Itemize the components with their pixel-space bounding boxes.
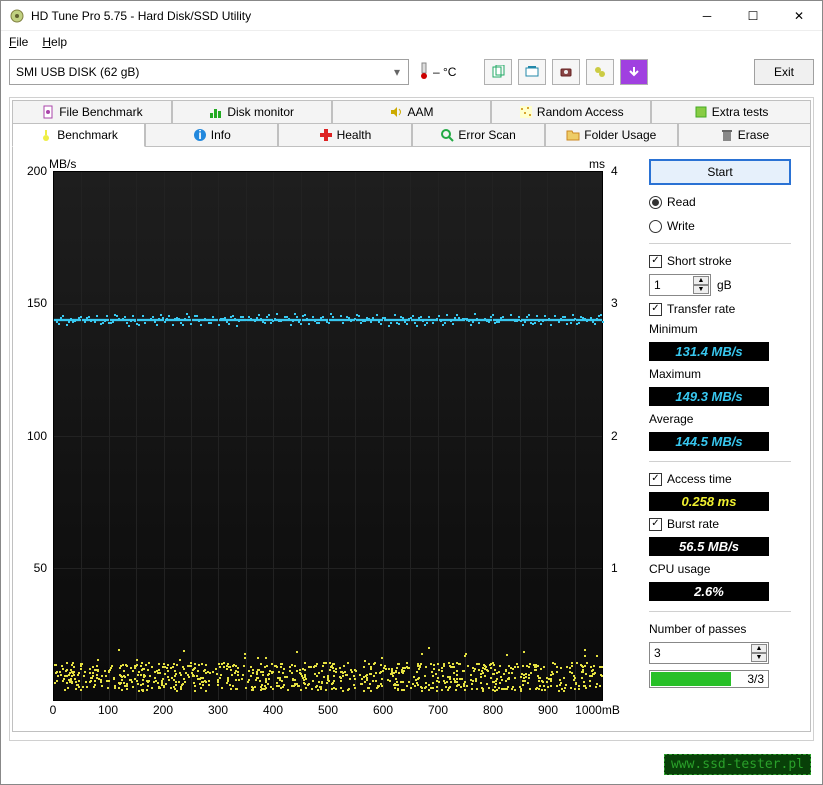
read-radio-row[interactable]: Read <box>649 195 791 209</box>
tab-random-access[interactable]: Random Access <box>491 100 651 124</box>
folder-icon <box>566 128 580 142</box>
error-scan-icon <box>440 128 454 142</box>
menu-file[interactable]: File <box>9 35 28 49</box>
start-button[interactable]: Start <box>649 159 791 185</box>
options-button[interactable] <box>586 59 614 85</box>
watermark: www.ssd-tester.pl <box>664 754 811 775</box>
maximum-value: 149.3 MB/s <box>649 387 769 406</box>
minimum-label: Minimum <box>649 322 791 336</box>
save-screenshot-button[interactable] <box>552 59 580 85</box>
plot-area <box>53 171 603 701</box>
copy-screenshot-button[interactable] <box>518 59 546 85</box>
drive-select-value: SMI USB DISK (62 gB) <box>16 65 139 79</box>
spin-down[interactable]: ▼ <box>693 285 709 294</box>
benchmark-icon <box>39 128 53 142</box>
y-axis-right-label: ms <box>589 157 605 171</box>
copy-text-button[interactable] <box>484 59 512 85</box>
maximize-button[interactable]: ☐ <box>730 1 776 31</box>
read-radio[interactable] <box>649 196 662 209</box>
access-time-checkbox[interactable]: ✓ <box>649 473 662 486</box>
minimum-value: 131.4 MB/s <box>649 342 769 361</box>
svg-text:i: i <box>198 128 201 142</box>
passes-fill <box>651 672 731 686</box>
thermometer-icon <box>419 62 429 83</box>
spin-up[interactable]: ▲ <box>693 276 709 285</box>
short-stroke-input[interactable]: 1▲▼ <box>649 274 711 296</box>
benchmark-content: MB/s ms 200 150 100 50 4 3 2 1 0 100 200 <box>12 146 811 732</box>
close-button[interactable]: ✕ <box>776 1 822 31</box>
average-label: Average <box>649 412 791 426</box>
drive-select[interactable]: SMI USB DISK (62 gB) <box>9 59 409 85</box>
titlebar: HD Tune Pro 5.75 - Hard Disk/SSD Utility… <box>1 1 822 31</box>
cpu-usage-label: CPU usage <box>649 562 791 576</box>
tab-extra-tests[interactable]: Extra tests <box>651 100 811 124</box>
tab-benchmark[interactable]: Benchmark <box>12 123 145 147</box>
average-value: 144.5 MB/s <box>649 432 769 451</box>
exit-button[interactable]: Exit <box>754 59 814 85</box>
benchmark-chart: MB/s ms 200 150 100 50 4 3 2 1 0 100 200 <box>19 155 639 725</box>
write-radio[interactable] <box>649 220 662 233</box>
y-axis-left-label: MB/s <box>49 157 76 171</box>
tab-health[interactable]: Health <box>278 123 411 147</box>
menubar: File Help <box>1 31 822 53</box>
disk-monitor-icon <box>209 105 223 119</box>
cpu-usage-value: 2.6% <box>649 582 769 601</box>
minimize-button[interactable]: ─ <box>684 1 730 31</box>
maximum-label: Maximum <box>649 367 791 381</box>
tab-info[interactable]: iInfo <box>145 123 278 147</box>
aam-icon <box>389 105 403 119</box>
window-title: HD Tune Pro 5.75 - Hard Disk/SSD Utility <box>31 9 684 23</box>
random-access-icon <box>519 105 533 119</box>
toolbar: SMI USB DISK (62 gB) – °C Exit <box>1 53 822 91</box>
extra-tests-icon <box>694 105 708 119</box>
temperature-display: – °C <box>419 62 456 83</box>
access-time-row[interactable]: ✓Access time <box>649 472 791 486</box>
tab-row-lower: Benchmark iInfo Health Error Scan Folder… <box>12 123 811 146</box>
save-button[interactable] <box>620 59 648 85</box>
short-stroke-checkbox[interactable]: ✓ <box>649 255 662 268</box>
passes-progress: 3/3 <box>649 670 769 688</box>
short-stroke-row[interactable]: ✓Short stroke <box>649 254 791 268</box>
burst-rate-row[interactable]: ✓Burst rate <box>649 517 791 531</box>
passes-label: Number of passes <box>649 622 791 636</box>
menu-help[interactable]: Help <box>42 35 67 49</box>
tab-file-benchmark[interactable]: File Benchmark <box>12 100 172 124</box>
transfer-rate-checkbox[interactable]: ✓ <box>649 303 662 316</box>
results-panel: Start Read Write ✓Short stroke 1▲▼ gB ✓T… <box>639 155 791 725</box>
passes-input[interactable]: 3▲▼ <box>649 642 769 664</box>
file-benchmark-icon <box>41 105 55 119</box>
tab-error-scan[interactable]: Error Scan <box>412 123 545 147</box>
write-radio-row[interactable]: Write <box>649 219 791 233</box>
info-icon: i <box>193 128 207 142</box>
spin-up[interactable]: ▲ <box>751 644 767 653</box>
temperature-value: – °C <box>433 65 456 79</box>
burst-rate-checkbox[interactable]: ✓ <box>649 518 662 531</box>
access-time-value: 0.258 ms <box>649 492 769 511</box>
tab-folder-usage[interactable]: Folder Usage <box>545 123 678 147</box>
erase-icon <box>720 128 734 142</box>
app-icon <box>9 8 25 24</box>
tab-disk-monitor[interactable]: Disk monitor <box>172 100 332 124</box>
tab-row-upper: File Benchmark Disk monitor AAM Random A… <box>12 100 811 123</box>
burst-rate-value: 56.5 MB/s <box>649 537 769 556</box>
transfer-rate-row[interactable]: ✓Transfer rate <box>649 302 791 316</box>
health-icon <box>319 128 333 142</box>
spin-down[interactable]: ▼ <box>751 653 767 662</box>
tab-aam[interactable]: AAM <box>332 100 492 124</box>
tab-erase[interactable]: Erase <box>678 123 811 147</box>
